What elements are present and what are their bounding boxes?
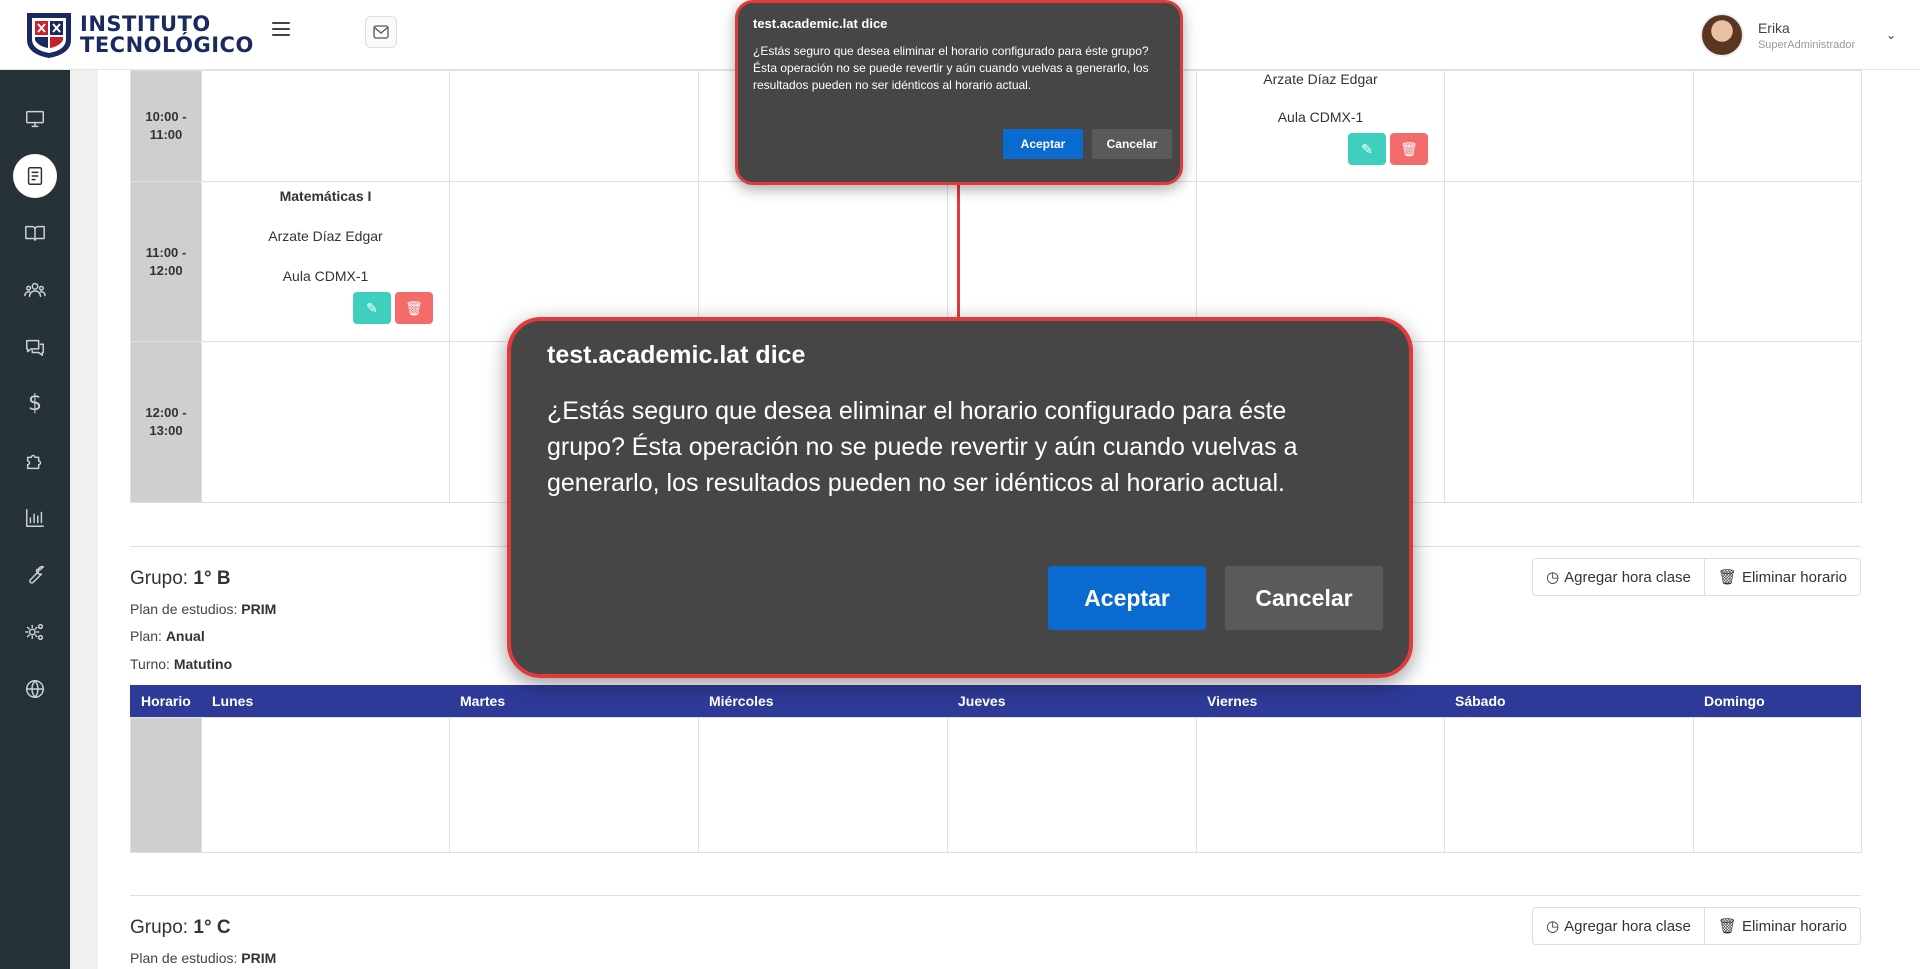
dialog-message: ¿Estás seguro que desea eliminar el hora… [547,397,1298,497]
clock-icon: ◷ [1546,918,1560,935]
trash-icon: 🗑 [405,299,423,316]
sidebar: $ [0,70,70,969]
header-domingo: Domingo [1704,693,1765,709]
add-class-hour-button[interactable]: ◷ Agregar hora clase [1532,907,1705,945]
shield-logo-icon [27,13,71,58]
sidebar-item-messages[interactable] [0,318,70,375]
delete-schedule-button[interactable]: 🗑 Eliminar horario [1704,907,1861,945]
group-turno: Turno: Matutino [130,656,233,672]
class-room: Aula CDMX-1 [282,268,369,284]
edit-button[interactable]: ✎ [1348,133,1386,165]
dollar-icon: $ [28,391,42,416]
avatar[interactable] [1699,13,1744,57]
class-teacher: Arzate Díaz Edgar [268,228,383,244]
user-role: SuperAdministrador [1757,38,1856,51]
dialog-message: ¿Estás seguro que desea eliminar el hora… [753,44,1149,92]
open-book-icon [25,225,45,241]
sidebar-item-settings[interactable] [0,603,70,660]
time-cell: 12:00 - 13:00 [130,341,202,503]
monitor-icon [26,110,44,127]
sidebar-item-courses[interactable] [0,147,70,204]
book-icon [27,166,43,185]
time-cell: 11:00 - 12:00 [130,181,202,342]
clock-icon: ◷ [1546,569,1560,586]
users-icon [24,282,46,297]
puzzle-icon [26,454,42,469]
group-title: Grupo: 1° C [130,917,231,938]
confirm-dialog-zoomed: test.academic.lat dice ¿Estás seguro que… [507,317,1413,678]
callout-connector [957,185,960,320]
sidebar-item-language[interactable] [0,660,70,717]
time-cell [130,717,202,853]
trash-icon: 🗑 [1400,140,1418,157]
pencil-icon: ✎ [366,299,378,316]
delete-schedule-button[interactable]: 🗑 Eliminar horario [1704,558,1861,596]
settings-icon [25,623,44,640]
header-jueves: Jueves [958,693,1006,709]
brand-line-2: TECNOLÓGICO [80,33,254,57]
sidebar-item-modules[interactable] [0,432,70,489]
group-plan-estudios: Plan de estudios: PRIM [130,601,277,617]
class-cell: Matemáticas I Arzate Díaz Edgar Aula CDM… [201,181,450,342]
sidebar-item-reports[interactable] [0,489,70,546]
chat-icon [26,339,44,356]
dialog-title: test.academic.lat dice [753,16,888,31]
header-sabado: Sábado [1455,693,1506,709]
delete-button[interactable]: 🗑 [395,292,433,324]
class-cell: Arzate Díaz Edgar Aula CDMX-1 ✎ 🗑 [1196,70,1445,182]
schedule-table-1b [130,717,1862,853]
dialog-title: test.academic.lat dice [547,341,806,369]
header-miercoles: Miércoles [709,693,774,709]
time-cell: 10:00 - 11:00 [130,70,202,182]
header-viernes: Viernes [1207,693,1258,709]
accept-button[interactable]: Aceptar [1003,129,1083,159]
brand-line-1: INSTITUTO [80,12,211,36]
delete-button[interactable]: 🗑 [1390,133,1428,165]
class-teacher: Arzate Díaz Edgar [1263,71,1378,87]
accept-button[interactable]: Aceptar [1048,566,1206,630]
group-title: Grupo: 1° B [130,568,231,589]
class-room: Aula CDMX-1 [1277,109,1364,125]
confirm-dialog: test.academic.lat dice ¿Estás seguro que… [735,0,1183,185]
sidebar-item-payments[interactable]: $ [0,375,70,432]
cancel-button[interactable]: Cancelar [1092,129,1172,159]
wrench-icon [29,565,44,584]
header-lunes: Lunes [212,693,254,709]
envelope-icon [373,25,389,39]
schedule-header: Horario Lunes Martes Miércoles Jueves Vi… [130,685,1861,717]
user-menu[interactable]: Erika SuperAdministrador ⌄ [1699,13,1896,57]
header-martes: Martes [460,693,506,709]
divider [130,895,1861,896]
trash-icon: 🗑 [1717,569,1737,586]
sidebar-item-tools[interactable] [0,546,70,603]
group-actions: ◷ Agregar hora clase 🗑 Eliminar horario [1532,558,1861,596]
header-horario: Horario [141,693,191,709]
bar-chart-icon [26,508,44,527]
mail-button[interactable] [365,16,397,48]
logo[interactable]: INSTITUTO TECNOLÓGICO [24,10,254,60]
trash-icon: 🗑 [1717,918,1737,935]
class-subject: Matemáticas I [279,188,372,204]
user-name: Erika [1757,19,1790,36]
chevron-down-icon[interactable]: ⌄ [1886,28,1896,42]
group-plan: Plan: Anual [130,628,205,644]
sidebar-item-users[interactable] [0,261,70,318]
edit-button[interactable]: ✎ [353,292,391,324]
add-class-hour-button[interactable]: ◷ Agregar hora clase [1532,558,1705,596]
globe-icon [26,679,44,698]
sidebar-item-dashboard[interactable] [0,90,70,147]
pencil-icon: ✎ [1361,140,1373,157]
group-plan-estudios: Plan de estudios: PRIM [130,950,277,966]
cancel-button[interactable]: Cancelar [1225,566,1383,630]
menu-toggle-icon[interactable] [272,22,290,36]
sidebar-item-library[interactable] [0,204,70,261]
group-actions: ◷ Agregar hora clase 🗑 Eliminar horario [1532,907,1861,945]
